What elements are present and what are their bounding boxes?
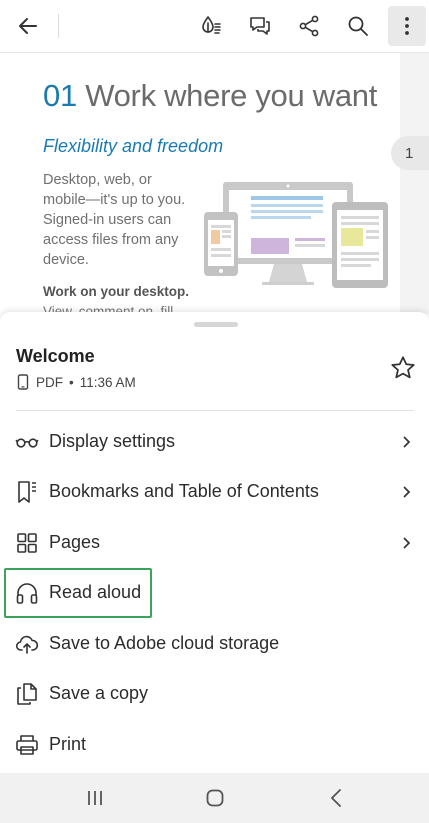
search-icon[interactable] — [340, 8, 376, 44]
heading-number: 01 — [43, 78, 77, 113]
body-line: Desktop, web, or — [43, 172, 152, 188]
body-line: device. — [43, 252, 89, 268]
menu-item-pages[interactable]: Pages — [0, 518, 429, 568]
sheet-divider — [16, 410, 414, 411]
menu-item-label: Print — [49, 734, 87, 754]
page-body-text: Desktop, web, or mobile—it's up to you. … — [43, 170, 193, 270]
glasses-icon — [15, 438, 39, 448]
toolbar-divider — [58, 14, 59, 38]
file-options-sheet: Welcome PDF • 11:36 AM Display settings … — [0, 312, 429, 773]
comment-icon[interactable] — [242, 8, 278, 44]
system-nav-bar — [0, 773, 429, 823]
meta-separator: • — [69, 374, 74, 390]
star-icon[interactable] — [389, 354, 417, 382]
share-icon[interactable] — [291, 8, 327, 44]
page-subheading: Flexibility and freedom — [43, 136, 224, 156]
menu-item-label: Save to Adobe cloud storage — [49, 633, 280, 653]
devices-illustration — [204, 182, 388, 288]
top-toolbar — [0, 0, 429, 53]
menu-item-read-aloud[interactable]: Read aloud — [0, 568, 429, 618]
grid-icon — [17, 533, 37, 553]
liquid-mode-icon[interactable] — [193, 8, 229, 44]
menu-item-label: Pages — [49, 532, 101, 552]
heading-text: Work where you want — [85, 78, 378, 113]
file-time: 11:36 AM — [79, 374, 136, 390]
menu-item-label: Read aloud — [49, 582, 142, 602]
chevron-right-icon — [403, 537, 411, 549]
body-line: Signed-in users can — [43, 212, 172, 228]
page-number-badge: 1 — [391, 136, 429, 170]
page-bold-line: Work on your desktop. — [43, 284, 190, 299]
chevron-right-icon — [403, 486, 411, 498]
recent-apps-icon[interactable] — [83, 786, 107, 810]
menu-item-save-copy[interactable]: Save a copy — [0, 669, 429, 719]
menu-item-label: Save a copy — [49, 683, 149, 703]
pdf-page: 01 Work where you want Flexibility and f… — [0, 52, 400, 314]
copy-icon — [17, 683, 37, 705]
cloud-upload-icon — [15, 635, 39, 654]
printer-icon — [16, 735, 38, 755]
body-line: mobile—it's up to you. — [43, 192, 186, 208]
menu-item-label: Display settings — [49, 431, 176, 451]
more-vertical-icon[interactable] — [388, 6, 426, 46]
page-heading: 01 Work where you want — [43, 78, 377, 114]
file-type: PDF — [36, 374, 63, 390]
arrow-left-icon[interactable] — [10, 8, 46, 44]
menu-item-label: Bookmarks and Table of Contents — [49, 481, 319, 501]
file-title: Welcome — [16, 346, 95, 366]
phone-icon — [17, 374, 29, 390]
back-icon[interactable] — [325, 786, 349, 810]
body-line: access files from any — [43, 232, 179, 248]
file-meta: PDF • 11:36 AM — [16, 374, 136, 390]
document-viewer[interactable]: 01 Work where you want Flexibility and f… — [0, 52, 429, 314]
menu-item-print[interactable]: Print — [0, 720, 429, 770]
headphones-icon — [16, 583, 38, 604]
home-icon[interactable] — [203, 786, 227, 810]
sheet-drag-handle[interactable] — [194, 322, 238, 327]
chevron-right-icon — [403, 436, 411, 448]
bookmark-list-icon — [18, 481, 36, 503]
menu-item-bookmarks[interactable]: Bookmarks and Table of Contents — [0, 467, 429, 517]
menu-item-save-cloud[interactable]: Save to Adobe cloud storage — [0, 619, 429, 669]
menu-item-display-settings[interactable]: Display settings — [0, 417, 429, 467]
